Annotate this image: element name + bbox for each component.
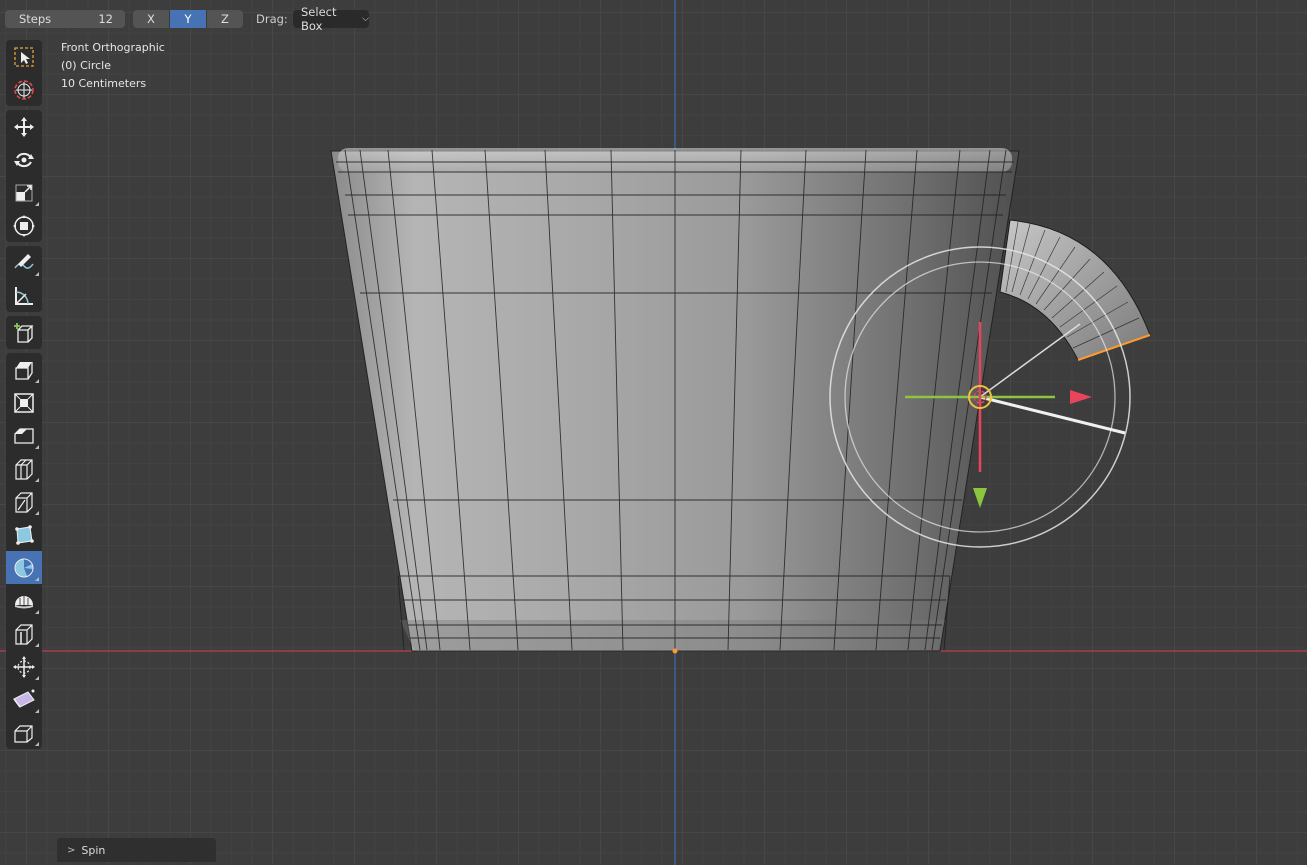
knife-icon bbox=[15, 491, 33, 513]
tool-scale[interactable] bbox=[6, 176, 42, 209]
tool-annotate[interactable] bbox=[6, 246, 42, 279]
tool-bevel[interactable] bbox=[6, 419, 42, 452]
shrink-fatten-icon bbox=[13, 655, 35, 678]
tool-smooth[interactable] bbox=[6, 584, 42, 617]
spin-icon bbox=[14, 558, 34, 577]
tool-move[interactable] bbox=[6, 110, 42, 143]
grid-scale: 10 Centimeters bbox=[61, 77, 147, 90]
axis-y-button[interactable]: Y bbox=[170, 10, 207, 28]
origin-dot bbox=[672, 648, 678, 654]
chevron-right-icon: > bbox=[67, 844, 76, 856]
transform-icon bbox=[13, 214, 35, 237]
tool-shear[interactable] bbox=[6, 683, 42, 716]
rip-region-icon bbox=[14, 724, 33, 743]
operator-panel-spin[interactable]: > Spin bbox=[57, 838, 216, 862]
tool-loop-cut[interactable] bbox=[6, 452, 42, 485]
tool-select-box[interactable] bbox=[6, 40, 42, 73]
shear-icon bbox=[13, 689, 35, 708]
drag-label: Drag: bbox=[256, 12, 288, 26]
cursor-icon bbox=[14, 79, 34, 100]
tool-inset[interactable] bbox=[6, 386, 42, 419]
object-name: (0) Circle bbox=[61, 59, 111, 72]
axis-z-button[interactable]: Z bbox=[207, 10, 243, 28]
operator-panel-label: Spin bbox=[81, 843, 106, 857]
annotate-icon bbox=[14, 253, 34, 269]
rotate-icon bbox=[14, 152, 34, 167]
cup-mesh[interactable] bbox=[330, 148, 1020, 652]
tool-shrink-fatten[interactable] bbox=[6, 650, 42, 683]
select-box-icon bbox=[14, 46, 34, 67]
scale-icon bbox=[15, 184, 33, 201]
tool-knife[interactable] bbox=[6, 485, 42, 518]
tool-cursor[interactable] bbox=[6, 73, 42, 106]
tool-extrude[interactable] bbox=[6, 353, 42, 386]
extrude-icon bbox=[15, 361, 33, 380]
tool-rotate[interactable] bbox=[6, 143, 42, 176]
poly-build-icon bbox=[15, 524, 34, 545]
edge-slide-icon bbox=[15, 623, 33, 645]
axis-x-button[interactable]: X bbox=[133, 10, 170, 28]
tool-rip-region[interactable] bbox=[6, 716, 42, 749]
drag-value: Select Box bbox=[301, 5, 337, 33]
loop-cut-icon bbox=[15, 458, 33, 480]
bevel-icon bbox=[14, 427, 34, 444]
tool-transform[interactable] bbox=[6, 209, 42, 242]
tool-shelf bbox=[6, 40, 42, 749]
tool-edge-slide[interactable] bbox=[6, 617, 42, 650]
smooth-icon bbox=[15, 595, 33, 608]
tool-spin[interactable] bbox=[6, 551, 42, 584]
inset-icon bbox=[14, 392, 34, 413]
steps-field[interactable]: Steps 12 bbox=[5, 10, 125, 28]
measure-icon bbox=[15, 286, 33, 305]
tool-measure[interactable] bbox=[6, 279, 42, 312]
cup-handle-mesh[interactable] bbox=[999, 219, 1151, 361]
drag-dropdown[interactable]: Select Box ⌵ bbox=[293, 5, 369, 33]
tool-poly-build[interactable] bbox=[6, 518, 42, 551]
axis-toggle-group: X Y Z bbox=[133, 10, 243, 28]
steps-value: 12 bbox=[98, 12, 113, 26]
tool-add-cube[interactable] bbox=[6, 316, 42, 349]
steps-label: Steps bbox=[19, 12, 52, 26]
chevron-down-icon: ⌵ bbox=[362, 14, 369, 24]
view-name: Front Orthographic bbox=[61, 41, 165, 54]
scene-canvas[interactable] bbox=[0, 0, 1307, 865]
add-cube-icon bbox=[14, 322, 34, 343]
3d-viewport[interactable] bbox=[0, 0, 1307, 865]
move-icon bbox=[14, 116, 34, 137]
